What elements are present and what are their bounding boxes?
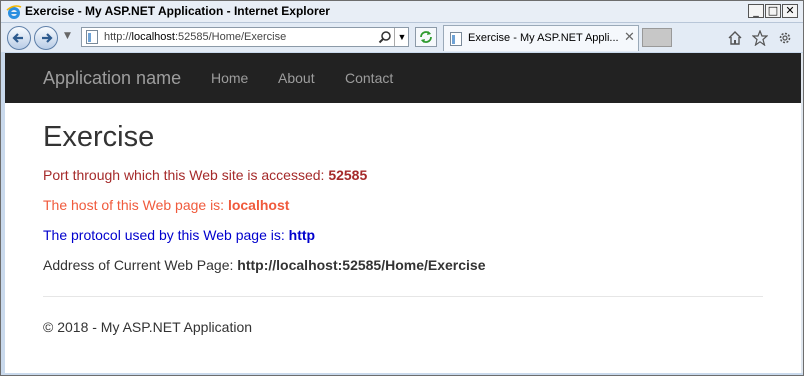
protocol-value: http bbox=[288, 227, 316, 243]
page-viewport: Application name Home About Contact Exer… bbox=[5, 53, 801, 373]
navigation-toolbar: ▼ http://localhost:52585/Home/Exercise ▼ bbox=[1, 23, 803, 52]
address-value: http://localhost:52585/Home/Exercise bbox=[237, 257, 486, 273]
back-button[interactable] bbox=[7, 26, 31, 50]
viewport-edge bbox=[801, 53, 803, 373]
footer-divider bbox=[43, 296, 763, 297]
ie-logo-icon bbox=[6, 5, 22, 19]
search-icon[interactable] bbox=[378, 30, 392, 44]
window-title: Exercise - My ASP.NET Application - Inte… bbox=[25, 4, 330, 18]
protocol-line: The protocol used by this Web page is: h… bbox=[43, 227, 316, 243]
nav-link-contact[interactable]: Contact bbox=[345, 70, 393, 86]
back-arrow-icon bbox=[12, 33, 23, 43]
address-dropdown-icon[interactable]: ▼ bbox=[394, 28, 409, 46]
forward-arrow-icon bbox=[42, 33, 53, 43]
host-value: localhost bbox=[227, 197, 290, 213]
browser-window: Exercise - My ASP.NET Application - Inte… bbox=[0, 0, 804, 376]
address-bar[interactable]: http://localhost:52585/Home/Exercise ▼ bbox=[81, 27, 409, 47]
gear-icon[interactable] bbox=[777, 30, 793, 46]
close-tab-icon[interactable]: ✕ bbox=[624, 30, 635, 45]
nav-link-home[interactable]: Home bbox=[211, 70, 248, 86]
address-url[interactable]: http://localhost:52585/Home/Exercise bbox=[104, 31, 286, 43]
page-title: Exercise bbox=[43, 121, 155, 153]
nav-link-about[interactable]: About bbox=[278, 70, 315, 86]
title-bar: Exercise - My ASP.NET Application - Inte… bbox=[1, 1, 803, 23]
maximize-button[interactable]: □ bbox=[765, 4, 781, 18]
minimize-button[interactable]: _ bbox=[748, 4, 764, 18]
home-icon[interactable] bbox=[727, 30, 743, 46]
refresh-button[interactable] bbox=[415, 27, 437, 47]
forward-button[interactable] bbox=[34, 26, 58, 50]
close-window-button[interactable]: ✕ bbox=[782, 4, 798, 18]
recent-pages-dropdown-icon[interactable]: ▼ bbox=[64, 31, 71, 41]
footer-text: © 2018 - My ASP.NET Application bbox=[43, 319, 253, 335]
brand-link[interactable]: Application name bbox=[43, 68, 181, 89]
refresh-icon bbox=[420, 31, 432, 43]
star-icon[interactable] bbox=[752, 30, 768, 46]
port-value: 52585 bbox=[328, 167, 368, 183]
site-navbar: Application name Home About Contact bbox=[5, 53, 801, 103]
tab-label: Exercise - My ASP.NET Appli... bbox=[468, 32, 619, 44]
page-icon bbox=[86, 30, 98, 44]
host-line: The host of this Web page is: localhost bbox=[43, 197, 290, 213]
address-line: Address of Current Web Page: http://loca… bbox=[43, 257, 486, 273]
port-line: Port through which this Web site is acce… bbox=[43, 167, 368, 183]
new-tab-button[interactable] bbox=[642, 28, 672, 47]
page-icon bbox=[450, 32, 462, 46]
tab-exercise[interactable]: Exercise - My ASP.NET Appli... ✕ bbox=[443, 25, 639, 51]
